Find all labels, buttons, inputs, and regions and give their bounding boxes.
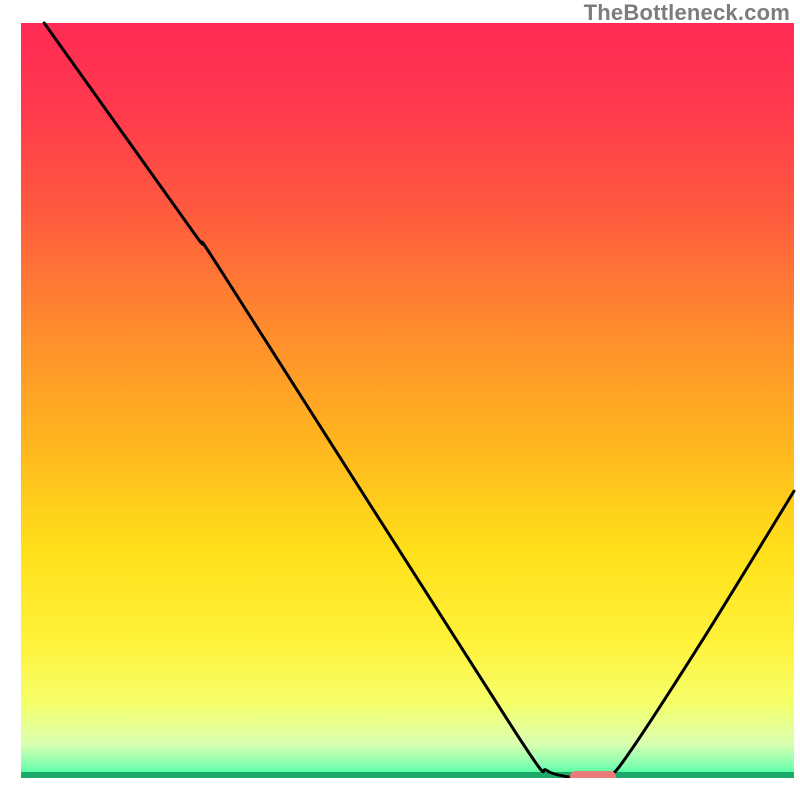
plot-background <box>21 23 794 778</box>
baseline-band <box>21 772 794 778</box>
frame-bottom <box>0 778 800 800</box>
bottleneck-chart-svg <box>0 0 800 800</box>
frame-left <box>0 0 21 800</box>
chart-canvas: TheBottleneck.com <box>0 0 800 800</box>
watermark-text: TheBottleneck.com <box>584 0 790 26</box>
